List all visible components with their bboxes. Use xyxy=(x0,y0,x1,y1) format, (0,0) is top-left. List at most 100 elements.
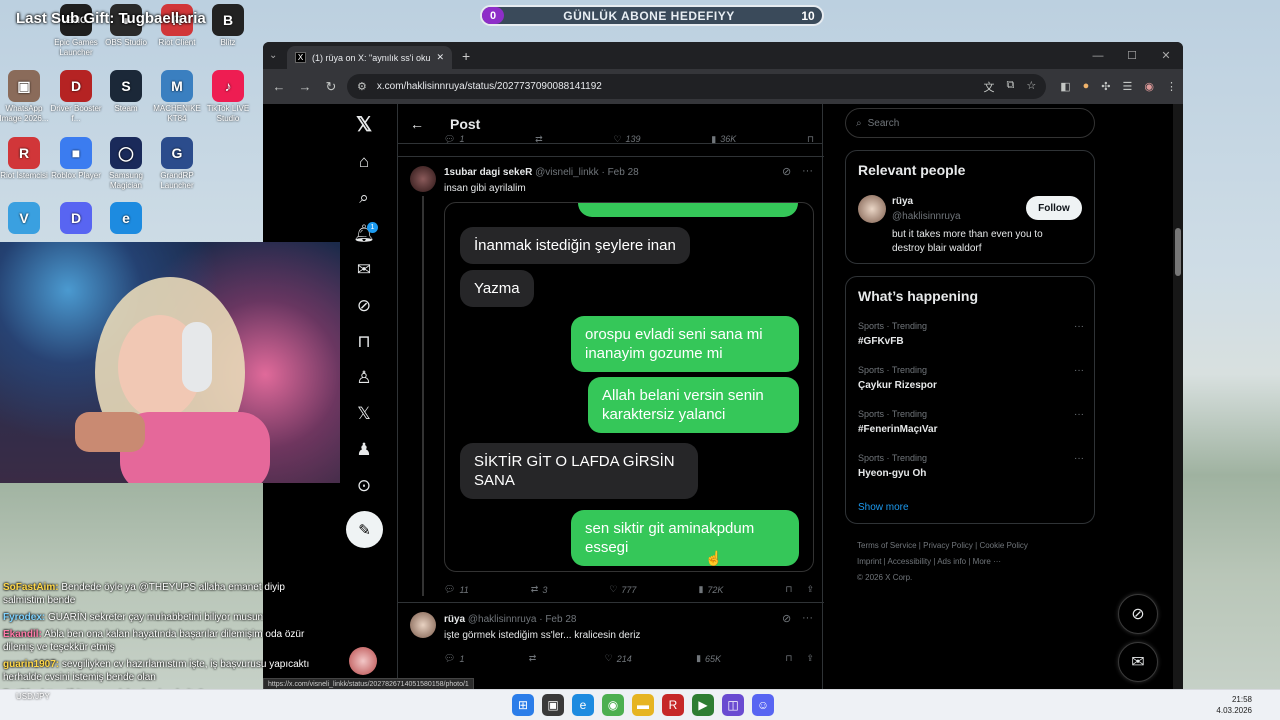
new-tab-icon[interactable]: + xyxy=(452,48,480,64)
discord-icon[interactable]: ☺ xyxy=(752,694,774,716)
like-count[interactable]: ♡ 139 xyxy=(613,134,640,145)
nvidia-icon[interactable]: ▶ xyxy=(692,694,714,716)
desktop-icon[interactable]: R Riot İstemcisi xyxy=(0,137,53,181)
avatar[interactable] xyxy=(858,195,886,223)
grok-explain-icon[interactable]: ⊘ xyxy=(782,165,791,178)
reply-count[interactable]: 💬︎ 1 xyxy=(444,134,464,145)
explore-search-icon[interactable]: ⌕ xyxy=(343,188,385,208)
more-options-icon[interactable]: ··· xyxy=(802,165,813,177)
compose-post-button[interactable]: ✎ xyxy=(346,511,383,548)
share-icon[interactable]: ⇪ xyxy=(806,584,814,595)
reply-button[interactable]: 💬︎ 1 xyxy=(444,653,464,664)
system-clock[interactable]: 21:58 4.03.2026 xyxy=(1216,694,1252,716)
desktop-icon[interactable]: G GrandRP Launcher xyxy=(148,137,206,191)
chat-username[interactable]: SoFastAim: xyxy=(3,582,59,593)
profile-icon[interactable]: ♟ xyxy=(343,440,385,460)
install-icon[interactable]: ⧉ xyxy=(1007,79,1015,95)
bookmark-star-icon[interactable]: ☆ xyxy=(1026,79,1036,95)
bookmark-icon[interactable]: ⊓ xyxy=(807,134,814,145)
desktop-icon[interactable]: ♪ TikTok LIVE Studio xyxy=(199,70,257,124)
reply-button[interactable]: 💬︎ 11 xyxy=(444,584,469,595)
tweet-image[interactable]: İnanmak istediğin şeylere inan Yazma oro… xyxy=(444,202,814,572)
footer-link[interactable]: Ads info xyxy=(937,557,966,566)
like-button[interactable]: ♡ 777 xyxy=(609,584,636,595)
translate-icon[interactable]: 文 xyxy=(984,79,995,95)
more-options-icon[interactable]: ··· xyxy=(1074,321,1084,332)
avatar[interactable] xyxy=(410,612,436,638)
views-count[interactable]: ▮ 36K xyxy=(711,134,736,145)
retweet-button[interactable]: ⇄ xyxy=(529,653,541,664)
like-button[interactable]: ♡ 214 xyxy=(605,653,632,664)
menu-dots-icon[interactable]: ⋮ xyxy=(1166,80,1177,93)
grok-explain-icon[interactable]: ⊘ xyxy=(782,612,791,625)
more-options-icon[interactable]: ··· xyxy=(1074,453,1084,464)
views-count[interactable]: ▮ 65K xyxy=(696,653,721,664)
desktop-icon[interactable]: B Blitz xyxy=(199,4,257,48)
more-options-icon[interactable]: ··· xyxy=(1074,365,1084,376)
desktop-icon[interactable]: ◯ Samsung Magician xyxy=(97,137,155,191)
retweet-button[interactable]: ⇄ 3 xyxy=(531,584,548,595)
reading-list-icon[interactable]: ☰ xyxy=(1123,80,1133,93)
page-scrollbar[interactable] xyxy=(1173,104,1183,692)
messages-fab-icon[interactable]: ✉ xyxy=(1118,642,1158,682)
more-circle-icon[interactable]: ⊙ xyxy=(343,476,385,496)
bookmark-icon[interactable]: ⊓ xyxy=(785,653,792,664)
communities-icon[interactable]: ♙ xyxy=(343,368,385,388)
retweet-icon[interactable]: ⇄ xyxy=(535,134,543,145)
close-tab-icon[interactable]: ✕ xyxy=(436,52,444,63)
trend-item[interactable]: Sports · Trending Çaykur Rizespor ··· xyxy=(858,365,1084,391)
scrollbar-thumb[interactable] xyxy=(1175,228,1181,276)
forward-icon[interactable]: → xyxy=(295,79,315,94)
more-options-icon[interactable]: ··· xyxy=(802,612,813,624)
messages-envelope-icon[interactable]: ✉ xyxy=(343,260,385,280)
site-info-icon[interactable]: ⚙ xyxy=(357,80,367,93)
notifications-bell-icon[interactable]: 🔔︎ 1 xyxy=(343,222,385,244)
minimize-icon[interactable]: — xyxy=(1081,42,1115,69)
views-count[interactable]: ▮ 72K xyxy=(698,584,723,595)
riot-client-icon[interactable]: R xyxy=(662,694,684,716)
reload-icon[interactable]: ↻ xyxy=(321,79,341,95)
show-more-link[interactable]: Show more xyxy=(858,502,909,513)
grok-fab-icon[interactable]: ⊘ xyxy=(1118,594,1158,634)
back-icon[interactable]: ← xyxy=(269,79,289,94)
person-name[interactable]: rüya xyxy=(892,196,913,207)
close-window-icon[interactable]: ✕ xyxy=(1149,42,1183,69)
footer-link[interactable]: Cookie Policy xyxy=(979,541,1027,550)
desktop-icon[interactable]: V xyxy=(0,202,53,236)
maximize-icon[interactable]: ☐ xyxy=(1115,42,1149,69)
trend-item[interactable]: Sports · Trending #FenerinMaçıVar ··· xyxy=(858,409,1084,435)
tweet-author[interactable]: 1subar dagi sekeR @visneli_linkk · Feb 2… xyxy=(444,167,639,178)
home-icon[interactable]: ⌂ xyxy=(343,152,385,172)
avatar[interactable] xyxy=(410,166,436,192)
bookmark-icon[interactable]: ⊓ xyxy=(785,584,792,595)
chat-username[interactable]: Ekandil: xyxy=(3,629,42,640)
bookmarks-icon[interactable]: ⊓ xyxy=(343,332,385,352)
follow-button[interactable]: Follow xyxy=(1026,196,1082,220)
premium-x-icon[interactable]: 𝕏 xyxy=(343,404,385,424)
app-icon[interactable]: ◫ xyxy=(722,694,744,716)
account-avatar[interactable] xyxy=(349,647,377,675)
trend-item[interactable]: Sports · Trending Hyeon-gyu Oh ··· xyxy=(858,453,1084,479)
extensions-puzzle-icon[interactable]: ✣ xyxy=(1101,80,1110,93)
profile-avatar-icon[interactable]: ◉ xyxy=(1144,80,1154,93)
address-bar[interactable]: ⚙ x.com/haklisinnruya/status/20277370900… xyxy=(347,74,1047,99)
desktop-icon[interactable]: M MACHENIKE KT84 xyxy=(148,70,206,124)
tweet-author[interactable]: rüya @haklisinnruya · Feb 28 xyxy=(444,614,576,625)
file-explorer-icon[interactable]: ▬ xyxy=(632,694,654,716)
grok-icon[interactable]: ⊘ xyxy=(343,296,385,316)
x-logo-icon[interactable]: 𝕏 xyxy=(343,112,385,137)
tweet-visneli[interactable]: 1subar dagi sekeR @visneli_linkk · Feb 2… xyxy=(398,156,824,604)
extension-icon[interactable]: ◧ xyxy=(1060,80,1070,93)
footer-link[interactable]: Imprint xyxy=(857,557,881,566)
tab-search-icon[interactable]: ⌄ xyxy=(269,50,287,61)
chrome-icon[interactable]: ◉ xyxy=(602,694,624,716)
footer-link[interactable]: More ··· xyxy=(973,557,1001,566)
chat-username[interactable]: guarin1907: xyxy=(3,659,59,670)
desktop-icon[interactable]: ▣ WhatsApp Image 2026... xyxy=(0,70,53,124)
more-options-icon[interactable]: ··· xyxy=(1074,409,1084,420)
trend-item[interactable]: Sports · Trending #GFKvFB ··· xyxy=(858,321,1084,347)
footer-link[interactable]: Terms of Service xyxy=(857,541,917,550)
chat-username[interactable]: Fyrodex: xyxy=(3,612,45,623)
footer-link[interactable]: Privacy Policy xyxy=(923,541,973,550)
extension-icon[interactable]: ● xyxy=(1083,80,1090,93)
